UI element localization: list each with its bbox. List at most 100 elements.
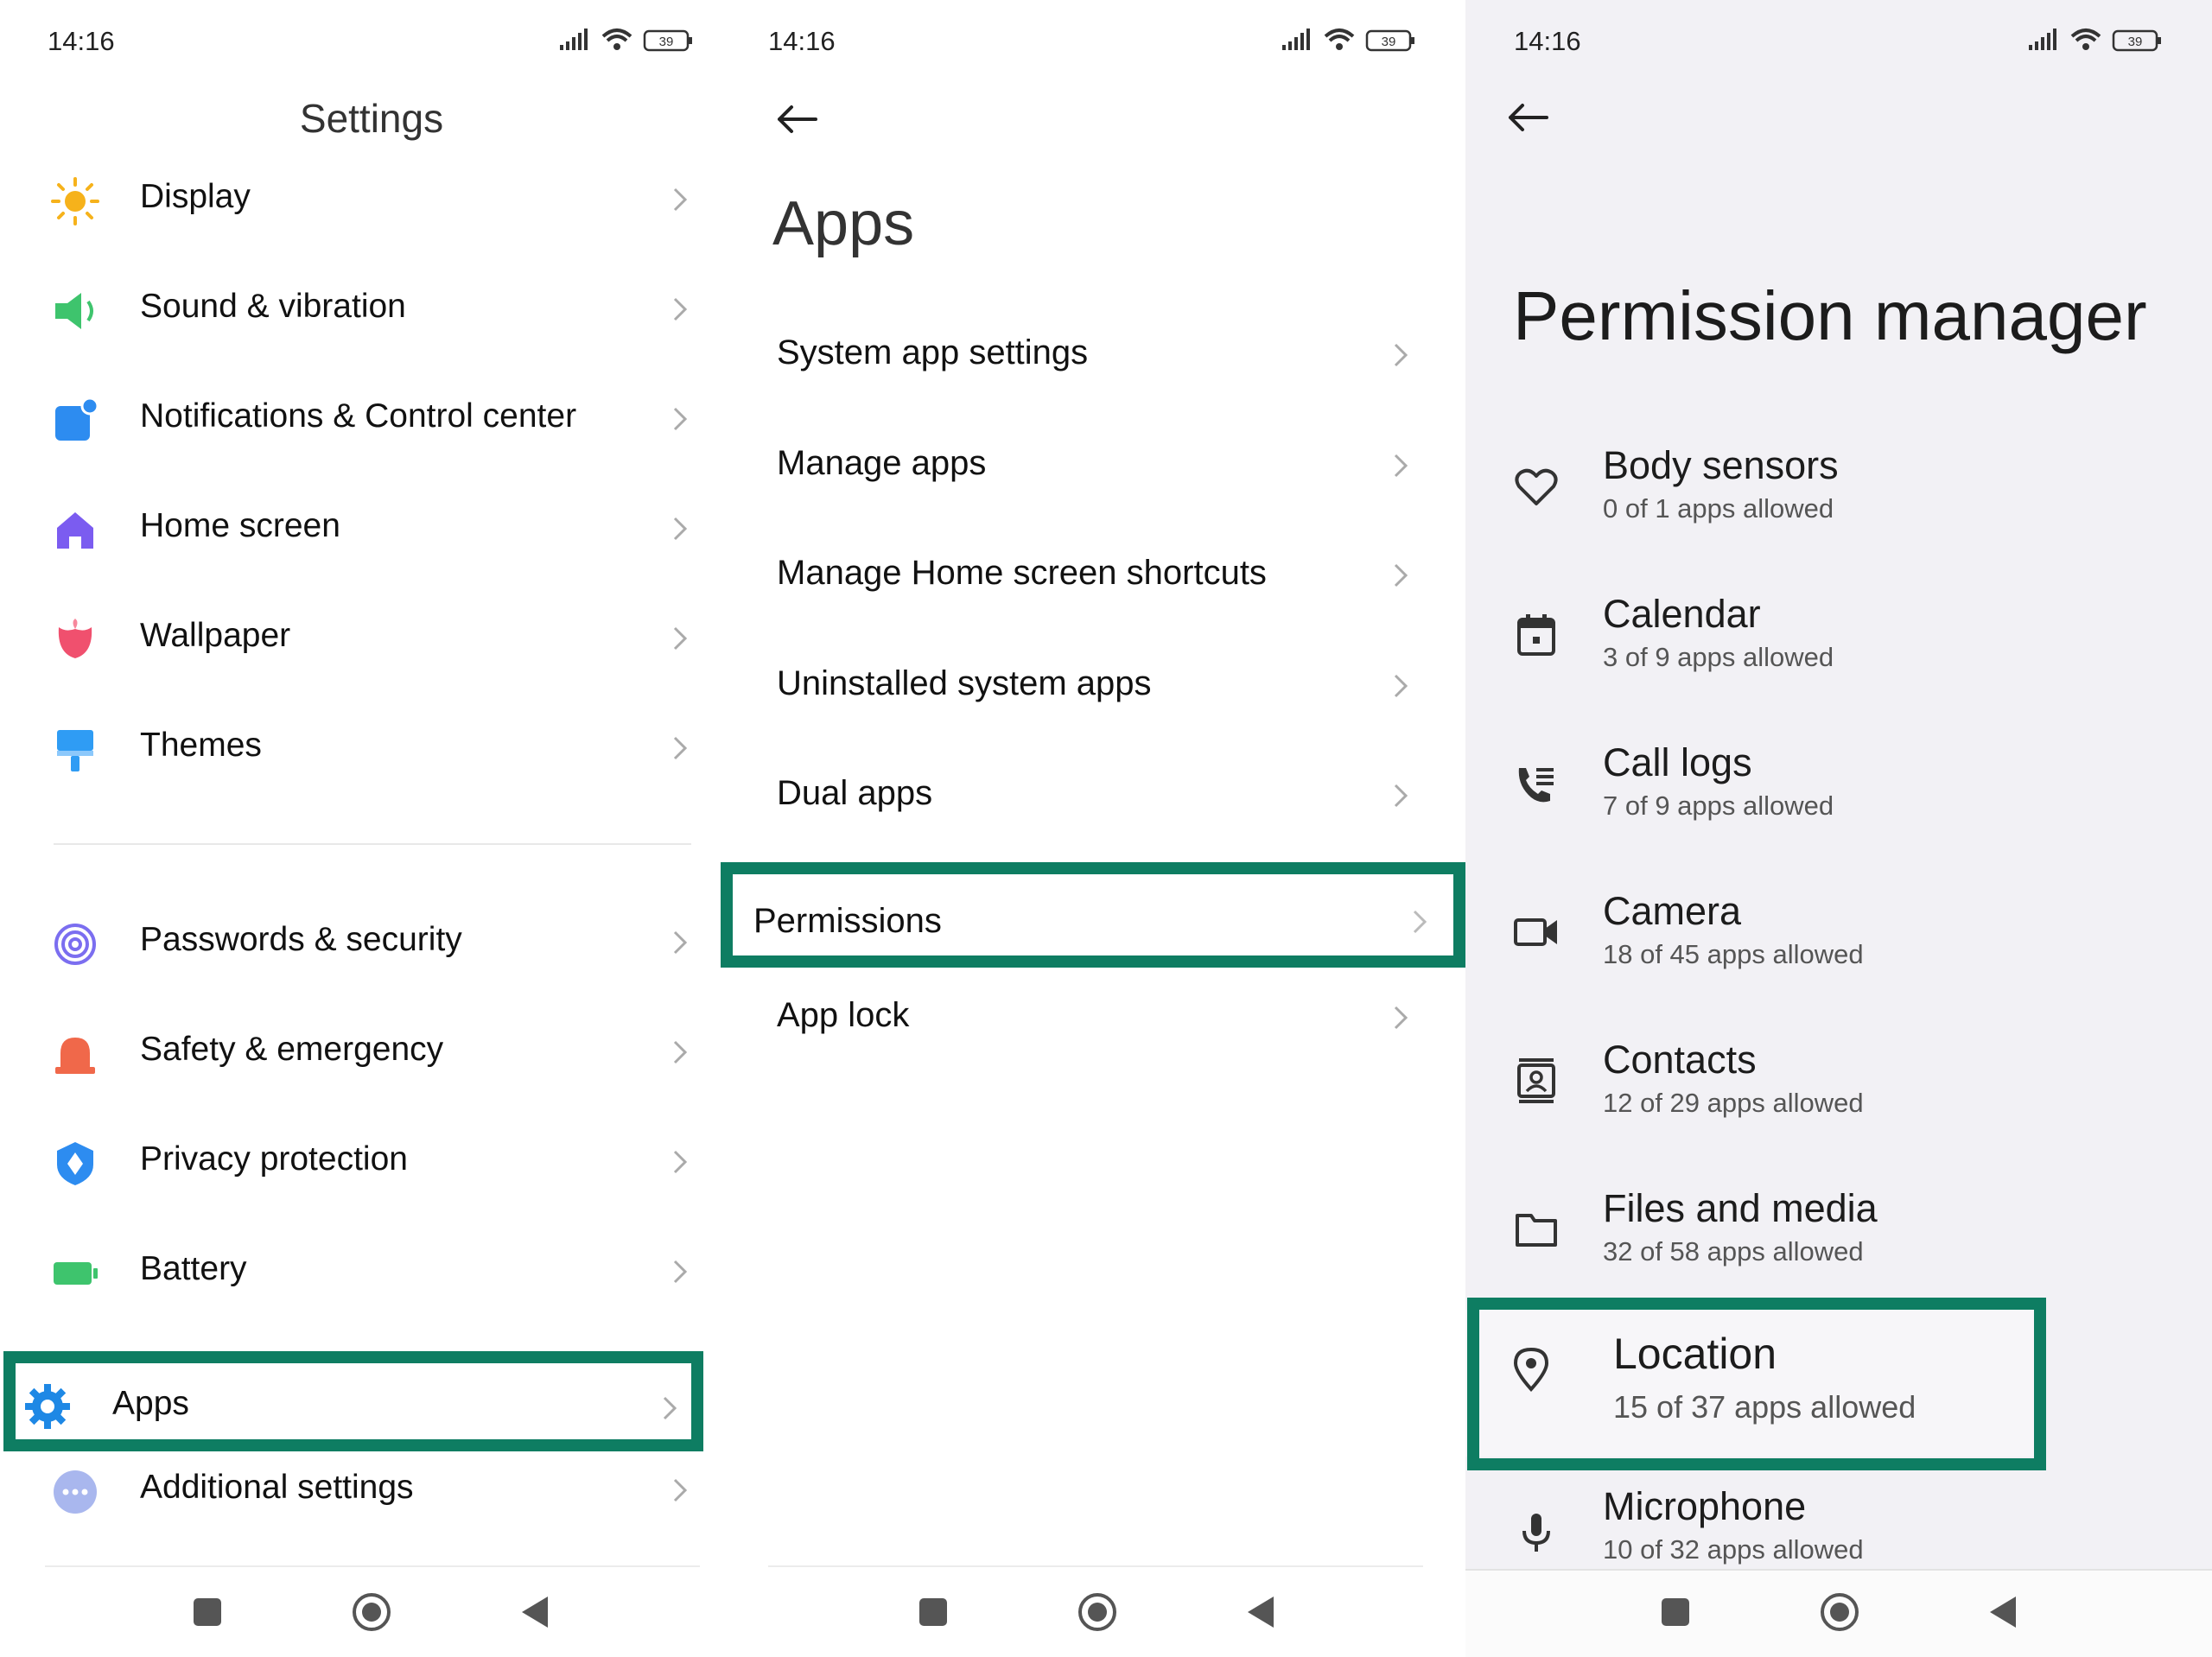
- battery-level: 39: [2128, 35, 2143, 49]
- permission-manager-panel: 14:16 39 Permission manager Body sensors…: [1465, 0, 2212, 1657]
- home-button[interactable]: [1814, 1586, 1866, 1638]
- notification-icon: [55, 397, 99, 441]
- settings-item-label: Privacy protection: [140, 1140, 408, 1178]
- fingerprint-icon: [54, 924, 96, 965]
- highlight-box-apps: [3, 1351, 703, 1451]
- apps-item-manage-home-shortcuts[interactable]: Manage Home screen shortcuts: [721, 528, 1465, 623]
- apps-item-dual-apps[interactable]: Dual apps: [721, 748, 1465, 843]
- permission-count: 12 of 29 apps allowed: [1603, 1088, 1864, 1118]
- apps-item-manage-apps[interactable]: Manage apps: [721, 418, 1465, 513]
- permission-count: 18 of 45 apps allowed: [1603, 939, 1864, 969]
- settings-item-sound-vibration[interactable]: Sound & vibration: [0, 262, 721, 357]
- settings-item-label: Battery: [140, 1250, 247, 1287]
- page-title: Permission manager: [1513, 277, 2147, 354]
- permission-name: Camera: [1603, 889, 1742, 933]
- apps-panel: 14:16 39 Apps System app settings Manage…: [721, 0, 1465, 1657]
- page-title: Settings: [299, 96, 444, 141]
- settings-item-safety-emergency[interactable]: Safety & emergency: [0, 1005, 721, 1100]
- permission-item-call-logs[interactable]: Call logs 7 of 9 apps allowed: [1465, 725, 2212, 872]
- apps-item-label: App lock: [777, 996, 910, 1034]
- calendar-icon: [1517, 614, 1555, 656]
- navigation-bar: [1649, 1586, 2038, 1638]
- chevron-right-icon: [672, 187, 688, 213]
- home-icon: [57, 512, 93, 549]
- apps-item-uninstalled-system-apps[interactable]: Uninstalled system apps: [721, 638, 1465, 733]
- chevron-right-icon: [672, 1149, 688, 1175]
- chevron-right-icon: [1393, 342, 1408, 368]
- battery-level: 39: [659, 35, 674, 49]
- heart-icon: [1515, 468, 1558, 505]
- sun-icon: [51, 177, 99, 225]
- call-log-icon: [1518, 768, 1554, 803]
- home-button[interactable]: [346, 1586, 397, 1638]
- settings-item-home-screen[interactable]: Home screen: [0, 481, 721, 576]
- chevron-right-icon: [672, 735, 688, 761]
- home-button[interactable]: [1071, 1586, 1123, 1638]
- speaker-icon: [55, 293, 93, 329]
- settings-item-battery[interactable]: Battery: [0, 1224, 721, 1319]
- brush-icon: [57, 730, 93, 771]
- permission-item-contacts[interactable]: Contacts 12 of 29 apps allowed: [1465, 1022, 2212, 1169]
- permission-name: Contacts: [1603, 1038, 1757, 1082]
- permission-count: 0 of 1 apps allowed: [1603, 493, 1834, 524]
- settings-item-label: Themes: [140, 727, 262, 764]
- recents-button[interactable]: [1649, 1586, 1701, 1638]
- apps-item-label: Manage apps: [777, 444, 987, 482]
- battery-level: 39: [1382, 35, 1396, 49]
- settings-item-privacy-protection[interactable]: Privacy protection: [0, 1114, 721, 1209]
- settings-item-additional-settings[interactable]: Additional settings: [0, 1443, 721, 1538]
- back-button[interactable]: [1978, 1586, 2030, 1638]
- permission-item-calendar[interactable]: Calendar 3 of 9 apps allowed: [1465, 576, 2212, 723]
- chevron-right-icon: [672, 406, 688, 432]
- microphone-icon: [1522, 1514, 1550, 1552]
- status-bar: 14:16 39: [0, 26, 721, 60]
- back-button[interactable]: [510, 1586, 562, 1638]
- chevron-right-icon: [672, 930, 688, 955]
- status-bar: 14:16 39: [721, 26, 1465, 60]
- settings-item-passwords-security[interactable]: Passwords & security: [0, 895, 721, 990]
- battery-icon: [54, 1262, 98, 1285]
- apps-item-label: Dual apps: [777, 774, 933, 812]
- back-arrow-icon[interactable]: [772, 102, 821, 136]
- back-arrow-icon[interactable]: [1503, 100, 1552, 135]
- settings-panel: 14:16 39 Settings Display Sound & vibrat…: [0, 0, 721, 1657]
- settings-item-label: Additional settings: [140, 1469, 414, 1506]
- settings-item-themes[interactable]: Themes: [0, 701, 721, 796]
- permission-name: Call logs: [1603, 740, 1752, 784]
- settings-item-label: Display: [140, 178, 251, 215]
- folder-icon: [1516, 1214, 1557, 1247]
- permission-item-files-media[interactable]: Files and media 32 of 58 apps allowed: [1465, 1171, 2212, 1317]
- settings-item-notifications[interactable]: Notifications & Control center: [0, 371, 721, 467]
- back-button[interactable]: [1236, 1586, 1287, 1638]
- nav-divider: [768, 1565, 1423, 1567]
- chevron-right-icon: [672, 1477, 688, 1503]
- chevron-right-icon: [672, 1039, 688, 1065]
- permission-item-camera[interactable]: Camera 18 of 45 apps allowed: [1465, 873, 2212, 1020]
- nav-divider: [45, 1565, 700, 1567]
- settings-item-label: Notifications & Control center: [140, 397, 577, 435]
- chevron-right-icon: [1393, 783, 1408, 809]
- status-icons: 39: [1282, 29, 1414, 52]
- navigation-bar: [907, 1586, 1296, 1638]
- recents-button[interactable]: [907, 1586, 959, 1638]
- permission-item-body-sensors[interactable]: Body sensors 0 of 1 apps allowed: [1465, 428, 2212, 575]
- permission-count: 7 of 9 apps allowed: [1603, 790, 1834, 821]
- settings-item-label: Wallpaper: [140, 617, 291, 654]
- more-icon: [54, 1470, 97, 1514]
- permission-name: Microphone: [1603, 1484, 1807, 1528]
- apps-item-system-app-settings[interactable]: System app settings: [721, 308, 1465, 403]
- apps-item-app-lock[interactable]: App lock: [721, 970, 1465, 1065]
- chevron-right-icon: [1393, 673, 1408, 699]
- settings-item-label: Home screen: [140, 507, 340, 544]
- apps-item-label: Manage Home screen shortcuts: [777, 554, 1267, 592]
- apps-item-label: System app settings: [777, 333, 1089, 371]
- settings-item-wallpaper[interactable]: Wallpaper: [0, 591, 721, 686]
- highlight-box-location: [1467, 1298, 2046, 1470]
- settings-item-display[interactable]: Display: [0, 152, 721, 247]
- settings-item-label: Sound & vibration: [140, 288, 406, 325]
- chevron-right-icon: [672, 1259, 688, 1285]
- chevron-right-icon: [1393, 1005, 1408, 1031]
- recents-button[interactable]: [181, 1586, 233, 1638]
- section-divider: [54, 843, 691, 845]
- navigation-bar: [181, 1586, 570, 1638]
